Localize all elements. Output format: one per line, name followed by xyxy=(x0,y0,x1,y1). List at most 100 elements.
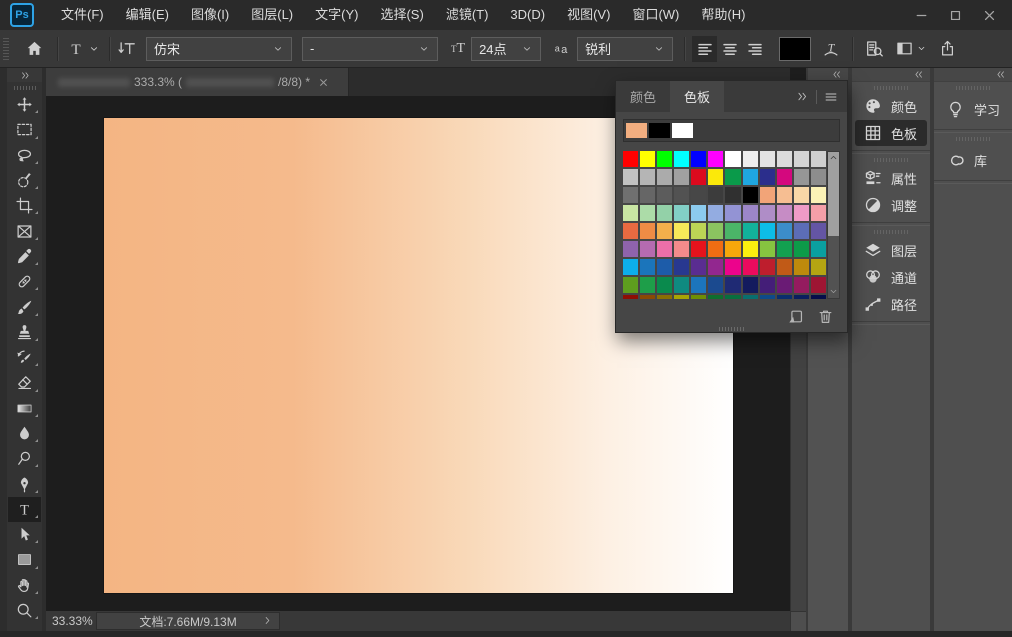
swatch[interactable] xyxy=(640,241,655,257)
swatch[interactable] xyxy=(691,241,706,257)
swatch[interactable] xyxy=(811,277,826,293)
swatch[interactable] xyxy=(743,295,758,299)
swatch[interactable] xyxy=(691,259,706,275)
swatch[interactable] xyxy=(623,169,638,185)
menu-item[interactable]: 视图(V) xyxy=(556,0,621,30)
menu-item[interactable]: 窗口(W) xyxy=(621,0,690,30)
scrollbar-thumb[interactable] xyxy=(828,152,839,236)
toolbar-collapse-button[interactable] xyxy=(7,68,42,82)
swatch[interactable] xyxy=(657,295,672,299)
swatch[interactable] xyxy=(674,295,689,299)
menu-item[interactable]: 图像(I) xyxy=(180,0,240,30)
share-button[interactable] xyxy=(939,40,956,57)
swatch[interactable] xyxy=(674,241,689,257)
swatch[interactable] xyxy=(777,151,792,167)
recent-swatch[interactable] xyxy=(672,123,693,138)
swatch[interactable] xyxy=(777,169,792,185)
swatch[interactable] xyxy=(674,277,689,293)
frame-tool[interactable] xyxy=(8,218,41,243)
swatch[interactable] xyxy=(760,169,775,185)
menu-item[interactable]: 图层(L) xyxy=(240,0,304,30)
swatch[interactable] xyxy=(640,187,655,203)
swatch[interactable] xyxy=(777,241,792,257)
brush-tool[interactable] xyxy=(8,294,41,319)
new-swatch-icon[interactable] xyxy=(787,308,804,325)
marquee-tool[interactable] xyxy=(8,117,41,142)
dock-collapse-button[interactable] xyxy=(852,68,930,82)
swatch[interactable] xyxy=(725,187,740,203)
swatch[interactable] xyxy=(743,223,758,239)
menu-item[interactable]: 滤镜(T) xyxy=(435,0,500,30)
align-right-button[interactable] xyxy=(742,36,767,62)
swatch[interactable] xyxy=(794,169,809,185)
swatch[interactable] xyxy=(777,223,792,239)
swatch[interactable] xyxy=(760,205,775,221)
swatch[interactable] xyxy=(811,151,826,167)
gradient-tool[interactable] xyxy=(8,396,41,421)
workspace-switcher[interactable] xyxy=(896,40,927,57)
swatch[interactable] xyxy=(811,205,826,221)
swatch[interactable] xyxy=(743,241,758,257)
swatch[interactable] xyxy=(640,295,655,299)
swatch[interactable] xyxy=(760,241,775,257)
swatch[interactable] xyxy=(674,205,689,221)
recent-swatch[interactable] xyxy=(649,123,670,138)
eraser-tool[interactable] xyxy=(8,370,41,395)
panel-tab[interactable]: 颜色 xyxy=(616,81,670,112)
warp-text-button[interactable] xyxy=(822,40,840,58)
swatch[interactable] xyxy=(691,151,706,167)
swatch[interactable] xyxy=(725,151,740,167)
move-tool[interactable] xyxy=(8,92,41,117)
menu-item[interactable]: 选择(S) xyxy=(369,0,434,30)
swatch[interactable] xyxy=(760,295,775,299)
swatch[interactable] xyxy=(623,151,638,167)
history-brush-tool[interactable] xyxy=(8,345,41,370)
swatch[interactable] xyxy=(657,277,672,293)
trash-icon[interactable] xyxy=(817,308,834,325)
swatch[interactable] xyxy=(760,259,775,275)
tab-close-icon[interactable] xyxy=(318,77,329,88)
panel-button[interactable]: 库 xyxy=(937,144,1009,176)
swatch-scrollbar[interactable] xyxy=(827,151,840,299)
swatch[interactable] xyxy=(623,187,638,203)
anti-alias-select[interactable]: 锐利 xyxy=(577,37,673,61)
menu-item[interactable]: 3D(D) xyxy=(499,0,556,30)
type-tool-preset-button[interactable] xyxy=(67,40,100,58)
panel-group-grip[interactable] xyxy=(874,230,908,234)
swatch[interactable] xyxy=(691,187,706,203)
eyedropper-tool[interactable] xyxy=(8,244,41,269)
menu-item[interactable]: 文件(F) xyxy=(50,0,115,30)
swatch[interactable] xyxy=(708,169,723,185)
panel-button[interactable]: 学习 xyxy=(937,93,1009,125)
swatch[interactable] xyxy=(657,205,672,221)
swatch[interactable] xyxy=(777,295,792,299)
swatch[interactable] xyxy=(623,205,638,221)
swatch[interactable] xyxy=(640,205,655,221)
zoom-tool[interactable] xyxy=(8,598,41,623)
document-info[interactable]: 文档:7.66M/9.13M xyxy=(96,612,280,630)
swatch[interactable] xyxy=(691,295,706,299)
swatch[interactable] xyxy=(794,205,809,221)
swatch[interactable] xyxy=(708,151,723,167)
menu-item[interactable]: 文字(Y) xyxy=(304,0,369,30)
swatch[interactable] xyxy=(743,277,758,293)
swatch[interactable] xyxy=(640,151,655,167)
text-color-swatch[interactable] xyxy=(779,37,811,61)
panel-button[interactable]: 通道 xyxy=(855,264,927,290)
minimize-button[interactable] xyxy=(904,3,938,27)
quick-selection-tool[interactable] xyxy=(8,168,41,193)
recent-swatch[interactable] xyxy=(626,123,647,138)
swatch[interactable] xyxy=(743,259,758,275)
swatch[interactable] xyxy=(640,259,655,275)
swatch[interactable] xyxy=(760,187,775,203)
swatch[interactable] xyxy=(708,277,723,293)
swatch[interactable] xyxy=(674,223,689,239)
swatch[interactable] xyxy=(708,205,723,221)
swatch[interactable] xyxy=(760,151,775,167)
swatch[interactable] xyxy=(777,187,792,203)
dodge-tool[interactable] xyxy=(8,446,41,471)
zoom-level-field[interactable]: 33.33% xyxy=(52,614,92,628)
swatch[interactable] xyxy=(811,241,826,257)
swatch[interactable] xyxy=(708,295,723,299)
blur-tool[interactable] xyxy=(8,421,41,446)
